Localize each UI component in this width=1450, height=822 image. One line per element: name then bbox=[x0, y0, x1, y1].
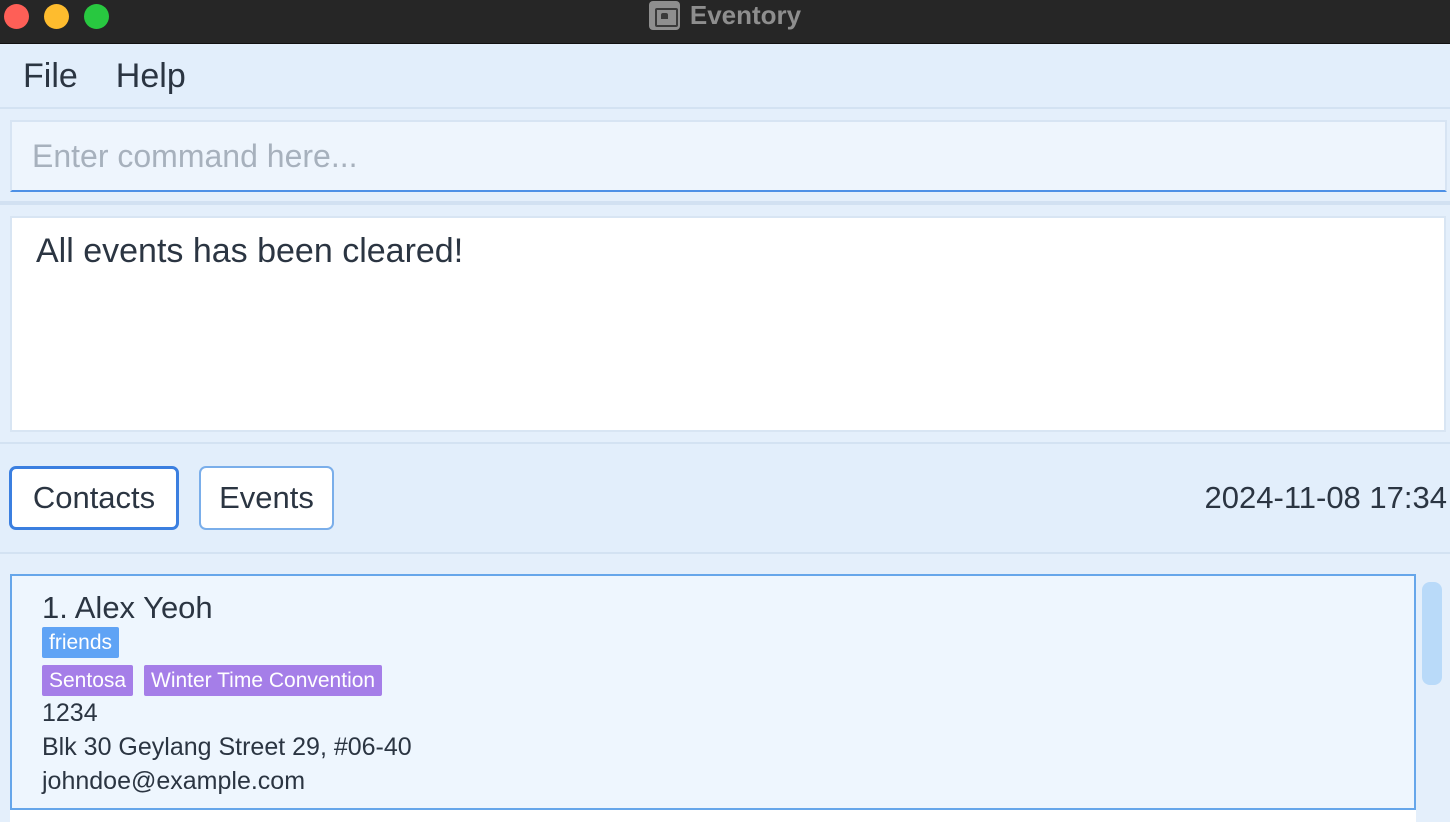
contact-phone: 1234 bbox=[42, 699, 98, 727]
contact-card[interactable]: 1. Alex Yeoh friends Sentosa Winter Time… bbox=[10, 574, 1416, 810]
contact-tag: friends bbox=[42, 627, 120, 658]
contact-address: Blk 30 Geylang Street 29, #06-40 bbox=[42, 733, 412, 761]
contact-name: 1. Alex Yeoh bbox=[42, 590, 213, 625]
contact-event-tag: Sentosa bbox=[42, 665, 134, 696]
command-input[interactable] bbox=[10, 120, 1447, 192]
contact-event-tag: Winter Time Convention bbox=[144, 665, 383, 696]
contacts-tab-button[interactable]: Contacts bbox=[9, 466, 179, 530]
window-title: Eventory bbox=[689, 0, 802, 30]
next-card-edge bbox=[10, 810, 1416, 822]
title-bar: Eventory bbox=[0, 0, 1450, 44]
result-message: All events has been cleared! bbox=[36, 232, 464, 270]
contact-list-panel: 1. Alex Yeoh friends Sentosa Winter Time… bbox=[0, 554, 1450, 822]
contact-email: johndoe@example.com bbox=[42, 767, 306, 795]
menu-bar: File Help bbox=[0, 45, 1450, 109]
list-scrollbar[interactable] bbox=[1422, 582, 1442, 685]
current-datetime: 2024-11-08 17:34 bbox=[1204, 480, 1447, 515]
result-display: All events has been cleared! bbox=[10, 216, 1446, 432]
divider bbox=[0, 201, 1450, 205]
command-box bbox=[10, 120, 1447, 192]
calendar-icon bbox=[648, 0, 680, 30]
menu-file[interactable]: File bbox=[23, 57, 78, 96]
window-title-group: Eventory bbox=[0, 0, 1450, 30]
events-tab-button[interactable]: Events bbox=[199, 466, 334, 530]
view-toggle-bar: Contacts Events 2024-11-08 17:34 bbox=[0, 444, 1450, 553]
menu-help[interactable]: Help bbox=[116, 57, 186, 96]
